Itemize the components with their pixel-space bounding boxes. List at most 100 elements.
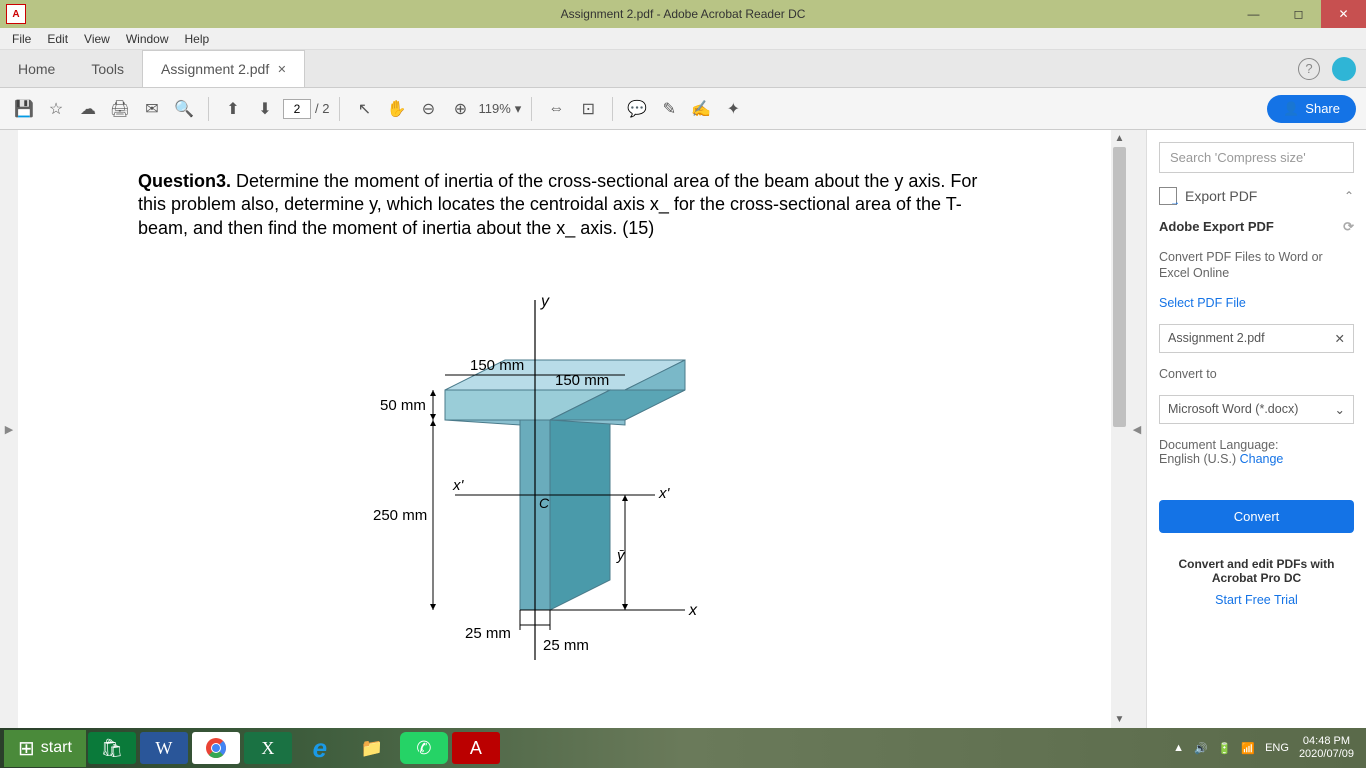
menu-file[interactable]: File [4,32,39,46]
menu-help[interactable]: Help [177,32,218,46]
adobe-export-title: Adobe Export PDF ⟳ [1159,219,1354,235]
page-view[interactable]: Question3. Determine the moment of inert… [18,130,1111,728]
toolbar-sep [612,97,613,121]
select-file-link[interactable]: Select PDF File [1159,296,1354,310]
fit-page-icon[interactable]: ⊡ [574,95,602,123]
doc-lang-label: Document Language: [1159,438,1279,452]
user-avatar-icon[interactable] [1332,57,1356,81]
search-input[interactable]: Search 'Compress size' [1159,142,1354,173]
export-pdf-header[interactable]: Export PDF ⌃ [1159,187,1354,205]
taskbar-store-icon[interactable]: 🛍 [88,732,136,764]
hand-pan-icon[interactable]: ✋ [382,95,410,123]
fit-width-icon[interactable]: ⇔ [542,95,570,123]
share-label: Share [1305,101,1340,116]
save-icon[interactable]: 💾 [10,95,38,123]
zoom-level[interactable]: 119% ▾ [478,101,521,117]
svg-text:50 mm: 50 mm [380,397,426,414]
menu-edit[interactable]: Edit [39,32,76,46]
page-current-input[interactable] [283,99,311,119]
network-icon[interactable]: 📶 [1241,742,1255,755]
tray-up-icon[interactable]: ▲ [1173,742,1184,754]
select-cursor-icon[interactable]: ↖ [350,95,378,123]
change-language-link[interactable]: Change [1240,452,1284,466]
convert-button[interactable]: Convert [1159,500,1354,533]
start-trial-link[interactable]: Start Free Trial [1159,593,1354,607]
sign-icon[interactable]: ✍ [687,95,715,123]
collapse-chevron-icon[interactable]: ⌃ [1344,189,1354,203]
mail-icon[interactable]: ✉ [138,95,166,123]
export-icon [1159,187,1177,205]
zoom-out-icon[interactable]: ⊖ [414,95,442,123]
svg-text:C: C [539,495,550,511]
menu-view[interactable]: View [76,32,118,46]
svg-text:x: x [688,602,698,619]
start-label: start [41,739,72,757]
taskbar-chrome-icon[interactable] [192,732,240,764]
zoom-in-icon[interactable]: ⊕ [446,95,474,123]
taskbar-explorer-icon[interactable]: 📁 [348,732,396,764]
dropdown-chevron-icon: ⌄ [1335,402,1345,417]
window-titlebar: A Assignment 2.pdf - Adobe Acrobat Reade… [0,0,1366,28]
selected-file-box: Assignment 2.pdf ✕ [1159,324,1354,353]
star-icon[interactable]: ☆ [42,95,70,123]
zoom-dropdown-icon[interactable]: ▾ [515,101,522,117]
taskbar-excel-icon[interactable]: X [244,732,292,764]
scroll-thumb[interactable] [1113,147,1126,427]
stamp-icon[interactable]: ✦ [719,95,747,123]
close-button[interactable]: ✕ [1321,0,1366,28]
comment-icon[interactable]: 💬 [623,95,651,123]
menu-window[interactable]: Window [118,32,177,46]
time-value: 04:48 PM [1299,735,1354,748]
share-icon: 👤 [1283,101,1299,117]
cloud-upload-icon[interactable]: ☁ [74,95,102,123]
print-icon[interactable]: 🖨 [106,95,134,123]
help-icon[interactable]: ? [1298,58,1320,80]
refresh-icon[interactable]: ⟳ [1343,219,1354,235]
tbeam-diagram: y 150 mm 150 mm 50 mm 250 mm [138,270,991,716]
tab-home[interactable]: Home [0,51,73,87]
toolbar-sep [208,97,209,121]
system-tray: ▲ 🔊 🔋 📶 ENG 04:48 PM 2020/07/09 [1173,735,1362,761]
tabbar-right: ? [1298,57,1356,81]
tab-document[interactable]: Assignment 2.pdf ✕ [142,50,305,87]
language-indicator[interactable]: ENG [1265,742,1289,754]
battery-icon[interactable]: 🔋 [1218,742,1232,755]
highlight-icon[interactable]: ✎ [655,95,683,123]
nav-right-chevron[interactable]: ◀ [1128,130,1146,728]
scroll-track[interactable] [1111,147,1128,711]
format-select[interactable]: Microsoft Word (*.docx) ⌄ [1159,395,1354,424]
document-content: Question3. Determine the moment of inert… [18,130,1111,728]
tab-close-icon[interactable]: ✕ [277,63,286,76]
start-button[interactable]: start [4,730,86,767]
doc-lang-value: English (U.S.) [1159,452,1236,466]
share-button[interactable]: 👤 Share [1267,95,1356,123]
nav-left-chevron[interactable]: ▶ [0,130,18,728]
clock[interactable]: 04:48 PM 2020/07/09 [1299,735,1354,761]
format-value: Microsoft Word (*.docx) [1168,402,1298,417]
adobe-export-label: Adobe Export PDF [1159,219,1274,235]
toolbar-sep [339,97,340,121]
scroll-up-icon[interactable]: ▲ [1111,130,1128,147]
search-icon[interactable]: 🔍 [170,95,198,123]
taskbar-acrobat-icon[interactable]: A [452,732,500,764]
vertical-scrollbar[interactable]: ▲ ▼ [1111,130,1128,728]
scroll-down-icon[interactable]: ▼ [1111,711,1128,728]
minimize-button[interactable]: — [1231,0,1276,28]
taskbar-whatsapp-icon[interactable]: ✆ [400,732,448,764]
svg-text:150 mm: 150 mm [555,372,609,389]
tab-tools[interactable]: Tools [73,51,142,87]
page-indicator: / 2 [283,99,329,119]
taskbar-word-icon[interactable]: W [140,732,188,764]
page-up-icon[interactable]: ⬆ [219,95,247,123]
volume-icon[interactable]: 🔊 [1194,742,1208,755]
zoom-value: 119% [478,101,510,116]
window-title: Assignment 2.pdf - Adobe Acrobat Reader … [561,7,806,21]
svg-text:25 mm: 25 mm [543,637,589,654]
maximize-button[interactable]: ◻ [1276,0,1321,28]
clear-file-icon[interactable]: ✕ [1335,331,1345,346]
page-down-icon[interactable]: ⬇ [251,95,279,123]
svg-text:150 mm: 150 mm [470,357,524,374]
taskbar-ie-icon[interactable]: e [296,732,344,764]
tab-document-label: Assignment 2.pdf [161,61,269,77]
toolbar: 💾 ☆ ☁ 🖨 ✉ 🔍 ⬆ ⬇ / 2 ↖ ✋ ⊖ ⊕ 119% ▾ ⇔ ⊡ 💬… [0,88,1366,130]
